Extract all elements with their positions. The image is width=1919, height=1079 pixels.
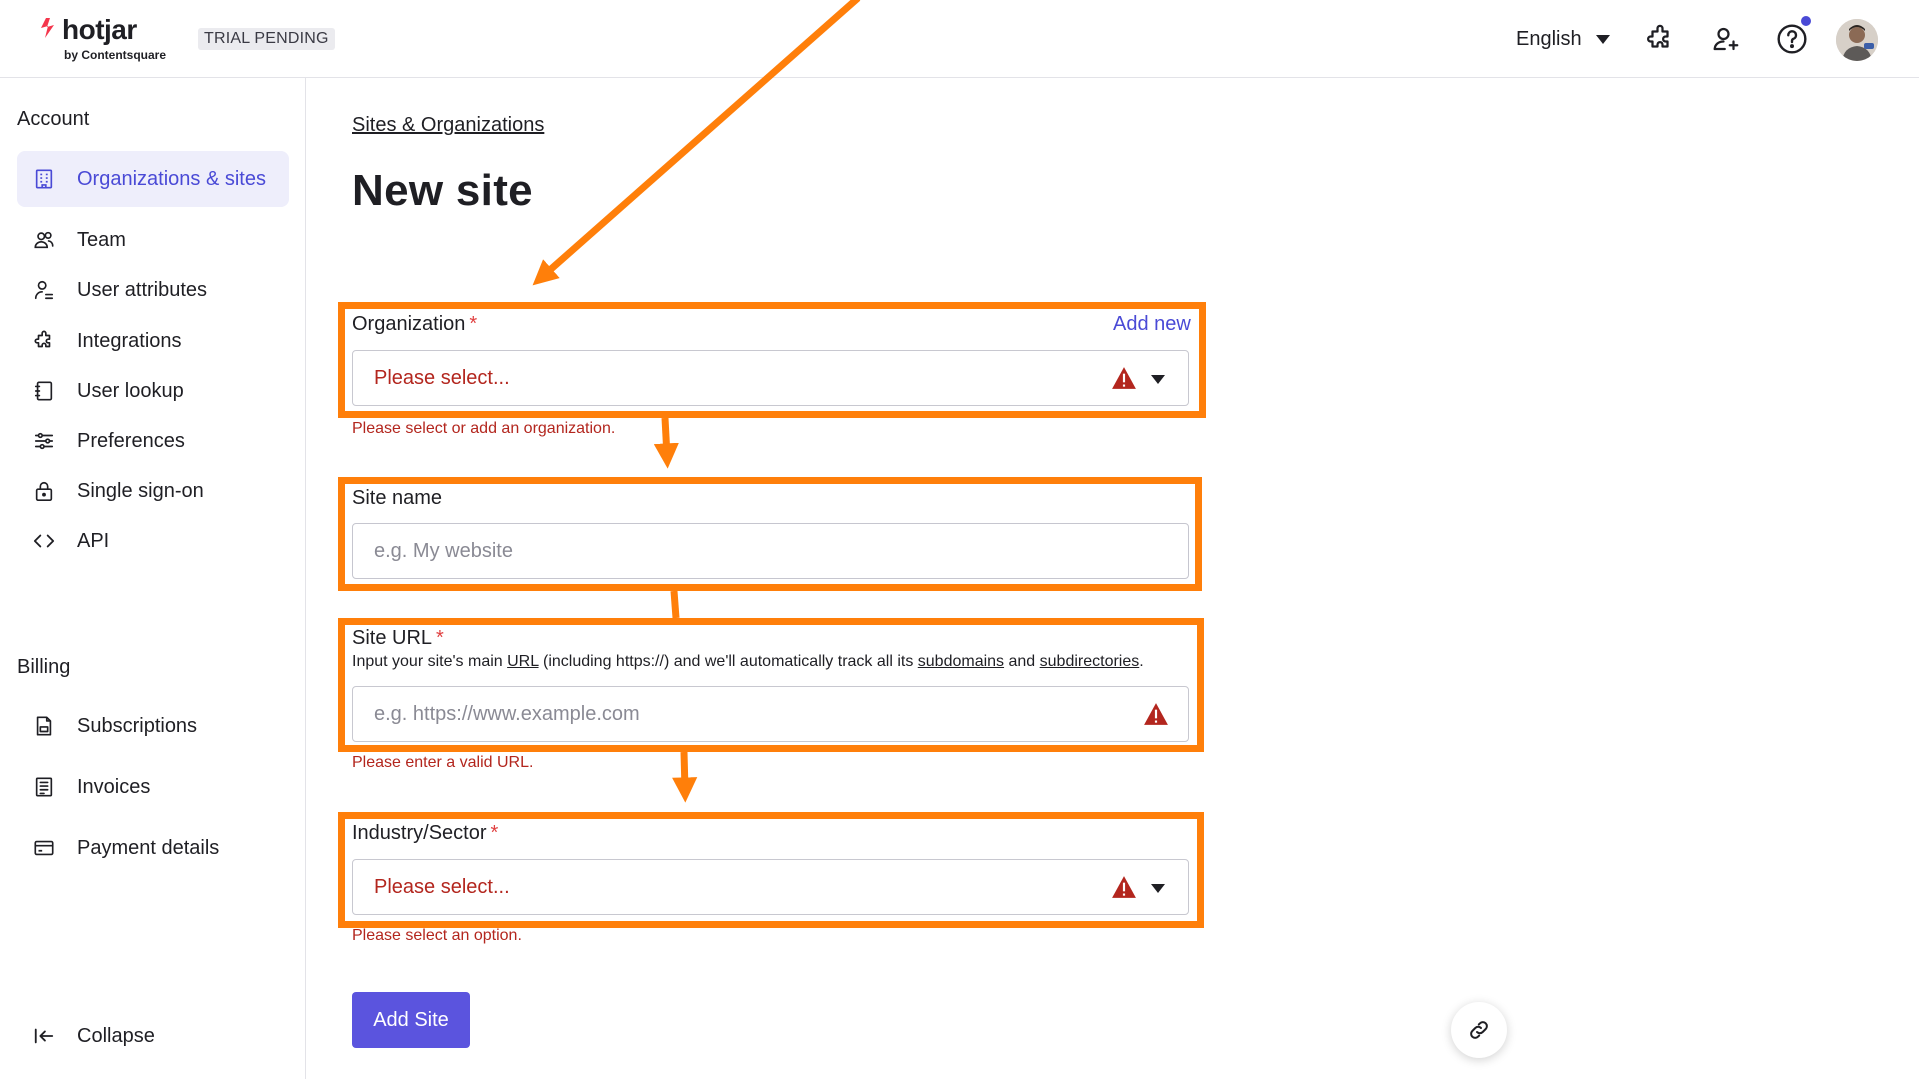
language-selector[interactable]: English <box>1516 24 1610 54</box>
add-user-icon <box>1713 27 1739 51</box>
site-url-error-message: Please enter a valid URL. <box>352 754 534 771</box>
sidebar-item-label: API <box>77 529 110 552</box>
annotation-arrow-1 <box>653 417 679 469</box>
chevron-down-icon <box>1595 34 1610 44</box>
sidebar-item-label: Single sign-on <box>77 479 204 502</box>
annotation-connector-2 <box>670 590 680 619</box>
breadcrumb-sites-organizations[interactable]: Sites & Organizations <box>352 114 544 137</box>
sidebar-item-label: User attributes <box>77 278 208 301</box>
annotation-box-site-url <box>338 618 1204 752</box>
sidebar-item-label: Organizations & sites <box>77 167 266 190</box>
annotation-box-site-name <box>338 477 1202 591</box>
puzzle-icon <box>31 328 57 354</box>
sidebar-item-team[interactable]: Team <box>17 212 289 268</box>
lock-icon <box>31 478 57 504</box>
sidebar-item-subscriptions[interactable]: Subscriptions <box>17 698 289 754</box>
address-book-icon <box>31 378 57 404</box>
hotjar-logo[interactable]: hotjar by Contentsquare <box>38 14 178 64</box>
notification-dot <box>1799 14 1813 28</box>
code-icon <box>31 528 57 554</box>
credit-card-icon <box>31 835 57 861</box>
language-label: English <box>1516 27 1582 50</box>
trial-status-badge: TRIAL PENDING <box>198 28 335 50</box>
sidebar: Account Organizations & sites Team User … <box>0 78 306 1079</box>
logo-text: hotjar <box>62 14 137 45</box>
sidebar-item-api[interactable]: API <box>17 513 289 569</box>
sidebar-item-label: Payment details <box>77 836 220 859</box>
sidebar-item-single-sign-on[interactable]: Single sign-on <box>17 463 289 519</box>
user-attributes-icon <box>31 277 57 303</box>
sidebar-item-label: Invoices <box>77 775 151 798</box>
annotation-arrow-3 <box>672 751 698 803</box>
annotation-box-industry <box>338 812 1204 928</box>
user-avatar[interactable] <box>1836 19 1878 61</box>
hotjar-flame-icon <box>38 16 58 49</box>
organization-error-message: Please select or add an organization. <box>352 420 616 437</box>
sidebar-item-preferences[interactable]: Preferences <box>17 413 289 469</box>
collapse-sidebar-button[interactable]: Collapse <box>17 1008 289 1064</box>
invoice-icon <box>31 774 57 800</box>
sidebar-item-integrations[interactable]: Integrations <box>17 313 289 369</box>
top-bar: hotjar by Contentsquare TRIAL PENDING En… <box>0 0 1919 78</box>
annotation-box-organization <box>338 302 1206 418</box>
collapse-label: Collapse <box>77 1024 155 1047</box>
sliders-icon <box>31 428 57 454</box>
sidebar-item-organizations-sites[interactable]: Organizations & sites <box>17 151 289 207</box>
copy-link-button[interactable] <box>1451 1002 1507 1058</box>
collapse-left-icon <box>31 1023 57 1049</box>
account-section-label: Account <box>17 108 90 130</box>
help-icon <box>1777 24 1807 54</box>
avatar-image <box>1836 19 1878 61</box>
page-title: New site <box>352 166 533 215</box>
sidebar-item-user-lookup[interactable]: User lookup <box>17 363 289 419</box>
building-icon <box>31 166 57 192</box>
industry-error-message: Please select an option. <box>352 927 522 944</box>
sidebar-item-label: Team <box>77 228 126 251</box>
team-icon <box>31 227 57 253</box>
sidebar-item-label: Preferences <box>77 429 185 452</box>
logo-subtitle: by Contentsquare <box>64 48 167 62</box>
link-icon <box>1470 1021 1488 1039</box>
sidebar-item-user-attributes[interactable]: User attributes <box>17 262 289 318</box>
billing-section-label: Billing <box>17 656 71 678</box>
invite-user-button[interactable] <box>1706 19 1746 59</box>
sidebar-item-label: User lookup <box>77 379 184 402</box>
sidebar-item-payment-details[interactable]: Payment details <box>17 820 289 876</box>
sidebar-item-label: Subscriptions <box>77 714 198 737</box>
document-icon <box>31 713 57 739</box>
puzzle-icon <box>1647 24 1669 48</box>
add-site-button[interactable]: Add Site <box>352 992 470 1048</box>
integrations-button[interactable] <box>1640 19 1680 59</box>
sidebar-item-label: Integrations <box>77 329 182 352</box>
sidebar-item-invoices[interactable]: Invoices <box>17 759 289 815</box>
